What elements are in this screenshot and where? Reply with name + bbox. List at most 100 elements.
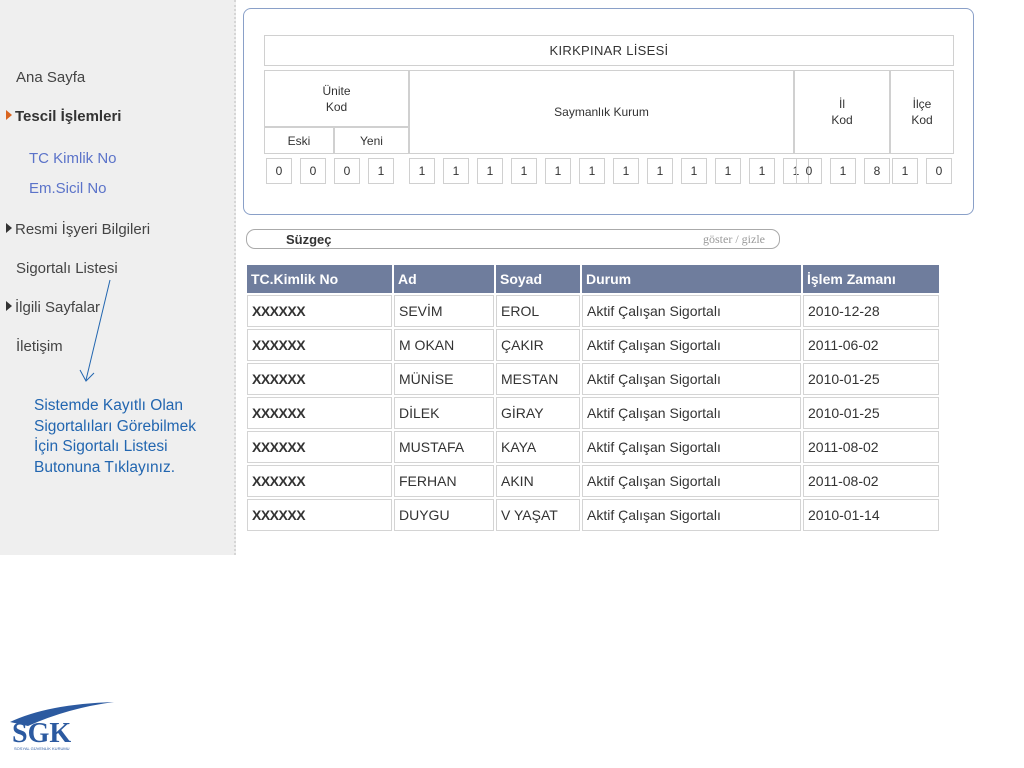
kod-label: Kod [831,113,853,127]
ad-cell: DİLEK [394,397,494,429]
column-header-tc[interactable]: TC.Kimlik No [247,265,392,293]
instruction-annotation: Sistemde Kayıtlı Olan Sigortalıları Göre… [34,397,196,476]
soyad-cell: EROL [496,295,580,327]
ad-cell: MÜNİSE [394,363,494,395]
code-digit-cell: 1 [579,158,605,184]
ad-cell: DUYGU [394,499,494,531]
code-digit-cell: 1 [681,158,707,184]
sidebar-item-em-sicil-no[interactable]: Em.Sicil No [29,180,107,197]
table-row[interactable]: XXXXXX MÜNİSE MESTAN Aktif Çalışan Sigortal… [247,363,939,395]
code-digit-cell: 1 [409,158,435,184]
soyad-cell: AKIN [496,465,580,497]
yeni-header: Yeni [334,127,409,154]
code-digit-cell: 1 [892,158,918,184]
durum-cell: Aktif Çalışan Sigortalı [582,431,801,463]
sidebar-item-label: Ana Sayfa [16,69,86,86]
islem-zamani-cell: 2010-01-14 [803,499,939,531]
code-digit-cell: 1 [511,158,537,184]
ad-cell: SEVİM [394,295,494,327]
soyad-cell: GİRAY [496,397,580,429]
code-digit-cell: 1 [647,158,673,184]
svg-text:SOSYAL GÜVENLİK KURUMU: SOSYAL GÜVENLİK KURUMU [14,746,70,751]
sidebar-item-resmi-isyeri-bilgileri[interactable]: Resmi İşyeri Bilgileri [6,221,150,238]
kod-label: Kod [325,99,348,114]
tc-cell: XXXXXX [247,329,392,361]
table-row[interactable]: XXXXXX M OKAN ÇAKIR Aktif Çalışan Sigortalı… [247,329,939,361]
durum-cell: Aktif Çalışan Sigortalı [582,329,801,361]
eski-header: Eski [264,127,334,154]
sidebar-item-label: Resmi İşyeri Bilgileri [15,221,151,238]
column-header-soyad[interactable]: Soyad [496,265,580,293]
durum-cell: Aktif Çalışan Sigortalı [582,465,801,497]
code-digit-cell: 1 [613,158,639,184]
durum-cell: Aktif Çalışan Sigortalı [582,295,801,327]
tc-cell: XXXXXX [247,363,392,395]
sidebar-item-label: İletişim [16,338,63,355]
column-header-ad[interactable]: Ad [394,265,494,293]
column-header-durum[interactable]: Durum [582,265,801,293]
il-label: İl [839,97,845,111]
ad-cell: M OKAN [394,329,494,361]
sidebar-item-label: Em.Sicil No [29,180,107,197]
sidebar-item-sigortali-listesi[interactable]: Sigortalı Listesi [16,260,118,277]
code-digit-cell: 1 [477,158,503,184]
sidebar-item-ana-sayfa[interactable]: Ana Sayfa [16,69,85,86]
islem-zamani-cell: 2010-01-25 [803,397,939,429]
islem-zamani-cell: 2011-08-02 [803,465,939,497]
school-name-title: KIRKPINAR LİSESİ [264,35,954,66]
sidebar-item-label: Sigortalı Listesi [16,260,118,277]
sidebar-item-tc-kimlik-no[interactable]: TC Kimlik No [29,150,117,167]
ilce-kod-header: İlçe Kod [890,70,954,154]
filter-label: Süzgeç [286,232,332,247]
saymanlik-kurum-header: Saymanlık Kurum [409,70,794,154]
sidebar-item-iletisim[interactable]: İletişim [16,338,63,355]
table-row[interactable]: XXXXXX DİLEK GİRAY Aktif Çalışan Sigortalı 2… [247,397,939,429]
code-digit-cell: 1 [830,158,856,184]
islem-zamani-cell: 2011-06-02 [803,329,939,361]
code-digit-cell: 0 [266,158,292,184]
filter-toggle-link[interactable]: göster / gizle [703,232,765,247]
expand-arrow-icon [6,301,12,311]
table-row[interactable]: XXXXXX DUYGU V YAŞAT Aktif Çalışan Sigortal… [247,499,939,531]
expand-arrow-icon [6,110,12,120]
sidebar-item-label: İlgili Sayfalar [15,299,101,316]
kod-label: Kod [911,113,933,127]
durum-cell: Aktif Çalışan Sigortalı [582,499,801,531]
code-digit-cell: 8 [864,158,890,184]
ilce-label: İlçe [912,97,932,111]
sidebar-item-label: Tescil İşlemleri [15,108,122,125]
sgk-logo: SGK SOSYAL GÜVENLİK KURUMU [10,702,114,751]
code-digit-cell: 1 [545,158,571,184]
tc-cell: XXXXXX [247,465,392,497]
insured-list-table: TC.Kimlik No Ad Soyad Durum İşlem Zamanı… [245,263,941,533]
unite-label: Ünite [322,83,351,98]
filter-bar[interactable]: Süzgeç göster / gizle [246,229,780,249]
table-row[interactable]: XXXXXX SEVİM EROL Aktif Çalışan Sigortalı 20… [247,295,939,327]
il-kod-header: İl Kod [794,70,890,154]
durum-cell: Aktif Çalışan Sigortalı [582,363,801,395]
code-digit-cell: 0 [796,158,822,184]
code-digit-cell: 0 [300,158,326,184]
expand-arrow-icon [6,223,12,233]
table-row[interactable]: XXXXXX MUSTAFA KAYA Aktif Çalışan Sigortalı… [247,431,939,463]
islem-zamani-cell: 2010-12-28 [803,295,939,327]
soyad-cell: V YAŞAT [496,499,580,531]
table-row[interactable]: XXXXXX FERHAN AKIN Aktif Çalışan Sigortalı 2… [247,465,939,497]
code-digit-cell: 1 [443,158,469,184]
code-digit-cell: 0 [926,158,952,184]
sidebar-item-label: TC Kimlik No [29,150,117,167]
unite-kod-header: Ünite Kod [264,70,409,127]
ad-cell: MUSTAFA [394,431,494,463]
sidebar-item-tescil-islemleri[interactable]: Tescil İşlemleri [6,108,121,125]
soyad-cell: KAYA [496,431,580,463]
column-header-islem-zamani[interactable]: İşlem Zamanı [803,265,939,293]
islem-zamani-cell: 2011-08-02 [803,431,939,463]
table-header-row: TC.Kimlik No Ad Soyad Durum İşlem Zamanı [247,265,939,293]
code-digit-cell: 1 [368,158,394,184]
tc-cell: XXXXXX [247,431,392,463]
svg-text:SGK: SGK [12,718,71,749]
islem-zamani-cell: 2010-01-25 [803,363,939,395]
tc-cell: XXXXXX [247,499,392,531]
sidebar-item-ilgili-sayfalar[interactable]: İlgili Sayfalar [6,299,100,316]
tc-cell: XXXXXX [247,295,392,327]
